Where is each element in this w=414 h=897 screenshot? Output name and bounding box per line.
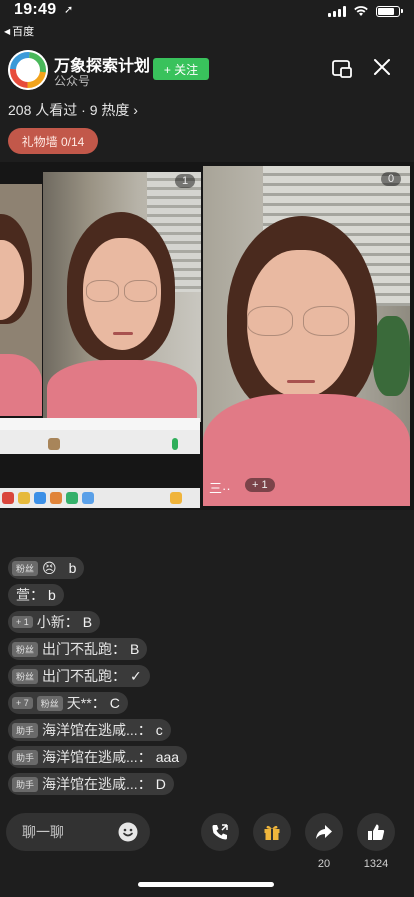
home-indicator[interactable] bbox=[138, 882, 274, 887]
chat-username[interactable]: 出门不乱跑 bbox=[42, 666, 112, 686]
shared-screen-taskbar bbox=[0, 488, 200, 508]
fan-badge: 粉丝 bbox=[12, 560, 39, 576]
emoji-icon[interactable] bbox=[118, 822, 138, 842]
chat-message: 粉丝 😣 b bbox=[8, 557, 85, 579]
share-icon bbox=[316, 825, 332, 839]
chat-username[interactable]: 海洋馆在逃咸... bbox=[42, 747, 138, 767]
close-button[interactable] bbox=[370, 56, 394, 80]
call-button[interactable] bbox=[201, 813, 239, 851]
phone-icon bbox=[212, 824, 228, 840]
cellular-signal-icon bbox=[328, 5, 346, 17]
live-header: 万象探索计划 公众号 + 关注 bbox=[8, 48, 406, 94]
chat-message: + 7 粉丝 天** ： C bbox=[8, 692, 128, 714]
chat-username[interactable]: 萱 bbox=[16, 585, 30, 605]
chat-text: D bbox=[155, 776, 166, 792]
chat-username[interactable]: 天** bbox=[67, 693, 92, 713]
assistant-badge: 助手 bbox=[12, 749, 39, 765]
chat-input[interactable]: 聊一聊 bbox=[6, 813, 150, 851]
chat-text: c bbox=[155, 722, 163, 738]
back-triangle-icon: ◀ bbox=[4, 26, 11, 36]
video-feed-3: 0 三·· + 1 bbox=[203, 166, 410, 506]
chat-username[interactable]: 出门不乱跑 bbox=[42, 639, 112, 659]
chat-username[interactable]: 小新 bbox=[37, 612, 65, 632]
back-app-label: 百度 bbox=[12, 26, 35, 38]
live-video[interactable]: 1 0 三·· + 1 bbox=[0, 162, 414, 510]
chat-text: aaa bbox=[155, 749, 180, 765]
video-feed-2: 1 bbox=[43, 172, 201, 422]
level-badge: + 7 bbox=[12, 697, 33, 709]
status-time: 19:49 bbox=[14, 1, 57, 18]
close-icon bbox=[374, 59, 390, 75]
chat-username[interactable]: 海洋馆在逃咸... bbox=[42, 720, 138, 740]
chat-text: ✓ bbox=[130, 667, 142, 684]
status-bar: 19:49 ➚ bbox=[0, 0, 414, 22]
gift-icon bbox=[264, 825, 280, 840]
wifi-icon bbox=[354, 6, 368, 16]
chat-input-placeholder: 聊一聊 bbox=[22, 824, 64, 840]
chat-text: B bbox=[130, 641, 140, 657]
location-arrow-icon: ➚ bbox=[64, 4, 74, 16]
assistant-badge: 助手 bbox=[12, 722, 39, 738]
share-button[interactable] bbox=[305, 813, 343, 851]
chat-message: 萱 ： b bbox=[8, 584, 64, 606]
assistant-badge: 助手 bbox=[12, 776, 39, 792]
picture-in-picture-button[interactable] bbox=[331, 58, 353, 80]
chat-text: B bbox=[82, 614, 93, 630]
gift-button[interactable] bbox=[253, 813, 291, 851]
chat-message: 助手 海洋馆在逃咸... ： D bbox=[8, 773, 174, 795]
account-avatar[interactable] bbox=[8, 50, 48, 90]
fan-badge: 粉丝 bbox=[12, 641, 39, 657]
chat-username[interactable]: 海洋馆在逃咸... bbox=[42, 774, 138, 794]
account-type: 公众号 bbox=[54, 74, 91, 88]
account-logo-icon bbox=[8, 50, 48, 90]
chat-message: 粉丝 出门不乱跑 ： ✓ bbox=[8, 665, 150, 687]
chat-message: 粉丝 出门不乱跑 ： B bbox=[8, 638, 148, 660]
feed-2-count: 1 bbox=[175, 174, 196, 188]
bottom-bar: 聊一聊 20 1324 bbox=[0, 810, 414, 870]
chat-text: b bbox=[48, 587, 56, 603]
fan-badge: 粉丝 bbox=[36, 695, 63, 711]
chat-message: 助手 海洋馆在逃咸... ： c bbox=[8, 719, 171, 741]
fan-badge: 粉丝 bbox=[12, 668, 39, 684]
chat-text: b bbox=[68, 560, 77, 576]
chat-text: C bbox=[109, 695, 120, 711]
chat-message: 助手 海洋馆在逃咸... ： aaa bbox=[8, 746, 188, 768]
chat-username[interactable]: 😣 bbox=[42, 560, 57, 577]
share-count: 20 bbox=[317, 858, 331, 870]
battery-icon bbox=[376, 5, 403, 17]
feed-3-count: 0 bbox=[381, 172, 402, 186]
gift-wall-button[interactable]: 礼物墙 0/14 bbox=[8, 128, 98, 154]
like-count: 1324 bbox=[363, 858, 389, 870]
feed-3-label: 三·· bbox=[209, 481, 231, 496]
thumbs-up-icon bbox=[368, 824, 385, 840]
video-feed-1 bbox=[0, 184, 42, 416]
follow-button[interactable]: + 关注 bbox=[153, 58, 209, 80]
status-icons bbox=[328, 5, 403, 17]
picture-in-picture-icon bbox=[332, 60, 352, 78]
viewers-heat-link[interactable]: 208 人看过 · 9 热度 › bbox=[8, 100, 138, 120]
feed-3-badge: + 1 bbox=[245, 478, 275, 492]
chat-message: + 1 小新 ： B bbox=[8, 611, 101, 633]
level-badge: + 1 bbox=[12, 616, 33, 628]
like-button[interactable] bbox=[357, 813, 395, 851]
back-to-app-link[interactable]: ◀ 百度 bbox=[4, 23, 34, 39]
shared-screen-strip bbox=[0, 418, 200, 454]
